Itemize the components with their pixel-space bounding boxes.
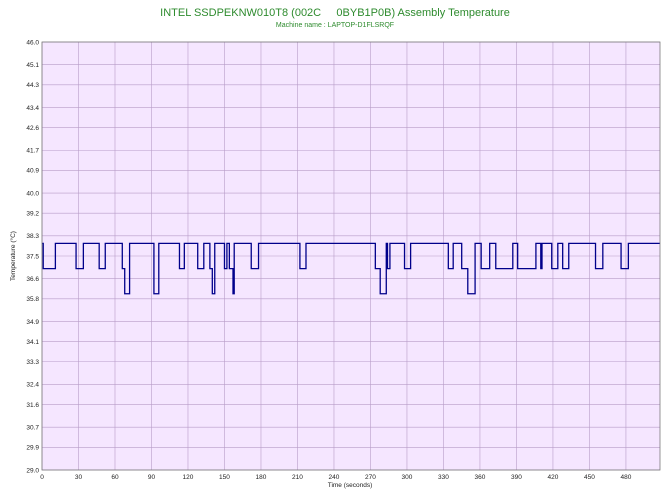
y-tick-label: 35.8 xyxy=(26,296,39,303)
x-tick-label: 240 xyxy=(329,474,340,481)
x-tick-label: 390 xyxy=(511,474,522,481)
x-tick-label: 30 xyxy=(75,474,83,481)
y-tick-label: 41.7 xyxy=(26,148,39,155)
x-tick-label: 420 xyxy=(548,474,559,481)
x-tick-label: 0 xyxy=(40,474,44,481)
x-tick-label: 270 xyxy=(365,474,376,481)
chart-subtitle: Machine name : LAPTOP-D1FLSRQF xyxy=(276,22,394,29)
x-tick-label: 360 xyxy=(475,474,486,481)
y-tick-label: 40.9 xyxy=(26,168,39,175)
y-tick-label: 45.1 xyxy=(26,62,39,69)
x-tick-label: 60 xyxy=(111,474,119,481)
y-tick-label: 30.7 xyxy=(26,425,39,432)
y-tick-label: 33.3 xyxy=(26,359,39,366)
y-tick-label: 40.0 xyxy=(26,190,39,197)
x-tick-label: 120 xyxy=(183,474,194,481)
y-tick-label: 37.5 xyxy=(26,253,39,260)
x-tick-label: 90 xyxy=(148,474,156,481)
temperature-chart: INTEL SSDPEKNW010T8 (002C 0BYB1P0B) Asse… xyxy=(9,7,661,489)
y-tick-label: 44.3 xyxy=(26,82,39,89)
y-axis-ticks: 29.0 29.9 30.7 31.6 32.4 33.3 34.1 34.9 35.8 36.6… xyxy=(26,39,39,474)
y-tick-label: 46.0 xyxy=(26,39,39,46)
y-tick-label: 42.6 xyxy=(26,125,39,132)
y-tick-label: 34.9 xyxy=(26,319,39,326)
y-tick-label: 43.4 xyxy=(26,105,39,112)
x-tick-label: 150 xyxy=(219,474,230,481)
y-tick-label: 29.0 xyxy=(26,467,39,474)
y-tick-label: 39.2 xyxy=(26,211,39,218)
x-axis-label: Time (seconds) xyxy=(328,482,373,489)
x-tick-label: 180 xyxy=(256,474,267,481)
y-tick-label: 29.9 xyxy=(26,445,39,452)
y-tick-label: 36.6 xyxy=(26,276,39,283)
y-tick-label: 31.6 xyxy=(26,402,39,409)
y-tick-label: 34.1 xyxy=(26,339,39,346)
y-tick-label: 38.3 xyxy=(26,233,39,240)
x-tick-label: 480 xyxy=(621,474,632,481)
y-axis-label: Temperature (°C) xyxy=(9,231,17,281)
x-axis-ticks: 0 30 60 90 120 150 180 210 240 270 300 330 360 390 420… xyxy=(40,474,632,481)
y-tick-label: 32.4 xyxy=(26,382,39,389)
chart-title: INTEL SSDPEKNW010T8 (002C 0BYB1P0B) Asse… xyxy=(160,7,510,19)
x-tick-label: 300 xyxy=(402,474,413,481)
x-tick-label: 210 xyxy=(292,474,303,481)
x-tick-label: 330 xyxy=(438,474,449,481)
x-tick-label: 450 xyxy=(584,474,595,481)
